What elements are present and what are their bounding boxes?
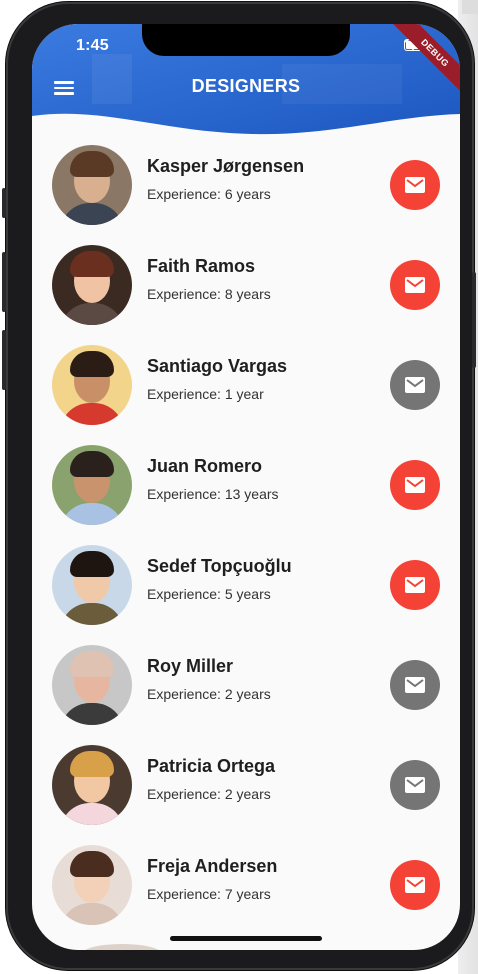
designer-row[interactable]: Freja Andersen Experience: 7 years [32,844,460,944]
avatar-hair [70,251,114,277]
app-screen: 1:45 DESIGNERS DEBUG Kasper Jørgensen Exp… [32,24,460,950]
avatar [52,245,132,325]
app-title: DESIGNERS [191,76,301,96]
avatar-body [60,403,124,425]
mail-button[interactable] [390,560,440,610]
mail-icon [405,577,425,593]
mail-icon [405,777,425,793]
side-button [2,188,6,218]
designer-experience: Experience: 7 years [147,886,271,902]
designer-row[interactable]: Sedef Topçuoğlu Experience: 5 years [32,544,460,644]
designer-row[interactable]: Roy Miller Experience: 2 years [32,644,460,744]
designer-experience: Experience: 1 year [147,386,264,402]
designer-name: Juan Romero [147,456,263,476]
designer-row[interactable]: Kasper Jørgensen Experience: 6 years [32,144,460,244]
mail-button[interactable] [390,260,440,310]
designer-experience: Experience: 2 years [147,786,271,802]
designer-name: Sedef Topçuoğlu [147,556,292,576]
status-time: 1:45 [76,37,109,54]
designer-row[interactable]: Faith Ramos Experience: 8 years [32,244,460,344]
avatar [52,645,132,725]
mail-icon [405,377,425,393]
avatar-hair [70,851,114,877]
avatar-body [60,803,124,825]
avatar-body [60,703,124,725]
designer-row[interactable]: Patricia Ortega Experience: 2 years [32,744,460,844]
device-notch [142,24,350,56]
avatar-body [60,503,124,525]
designer-name: Freja Andersen [147,856,278,876]
designer-experience: Experience: 8 years [147,286,271,302]
volume-up-button [2,252,6,312]
avatar [52,145,132,225]
avatar-hair [70,751,114,777]
mail-button[interactable] [390,160,440,210]
mail-icon [405,677,425,693]
avatar-body [60,903,124,925]
avatar-body [60,203,124,225]
avatar-hair [70,351,114,377]
mail-icon [405,477,425,493]
avatar-hair [70,451,114,477]
desktop-strip [462,0,478,14]
avatar-body [60,603,124,625]
power-button [472,272,476,368]
designer-name: Kasper Jørgensen [147,156,305,176]
mail-button[interactable] [390,460,440,510]
avatar-hair [70,651,114,677]
home-indicator[interactable] [170,936,322,941]
mail-icon [405,277,425,293]
avatar-hair [70,551,114,577]
mail-button[interactable] [390,860,440,910]
next-avatar-peek [82,944,162,950]
mail-button[interactable] [390,360,440,410]
avatar [52,545,132,625]
mail-icon [405,177,425,193]
mail-button[interactable] [390,660,440,710]
designer-experience: Experience: 5 years [147,586,271,602]
designer-name: Patricia Ortega [147,756,276,776]
avatar [52,345,132,425]
avatar [52,745,132,825]
mail-icon [405,877,425,893]
designer-row[interactable]: Juan Romero Experience: 13 years [32,444,460,544]
designer-experience: Experience: 13 years [147,486,279,502]
volume-down-button [2,330,6,390]
designer-row[interactable]: Santiago Vargas Experience: 1 year [32,344,460,444]
phone-frame: 1:45 DESIGNERS DEBUG Kasper Jørgensen Exp… [6,2,474,970]
designer-name: Santiago Vargas [147,356,288,376]
avatar [52,445,132,525]
designer-name: Faith Ramos [147,256,256,276]
designer-name: Roy Miller [147,656,234,676]
mail-button[interactable] [390,760,440,810]
designer-experience: Experience: 2 years [147,686,271,702]
avatar [52,845,132,925]
designer-experience: Experience: 6 years [147,186,271,202]
app-bar: 1:45 DESIGNERS DEBUG [32,24,460,164]
avatar-body [60,303,124,325]
avatar-hair [70,151,114,177]
